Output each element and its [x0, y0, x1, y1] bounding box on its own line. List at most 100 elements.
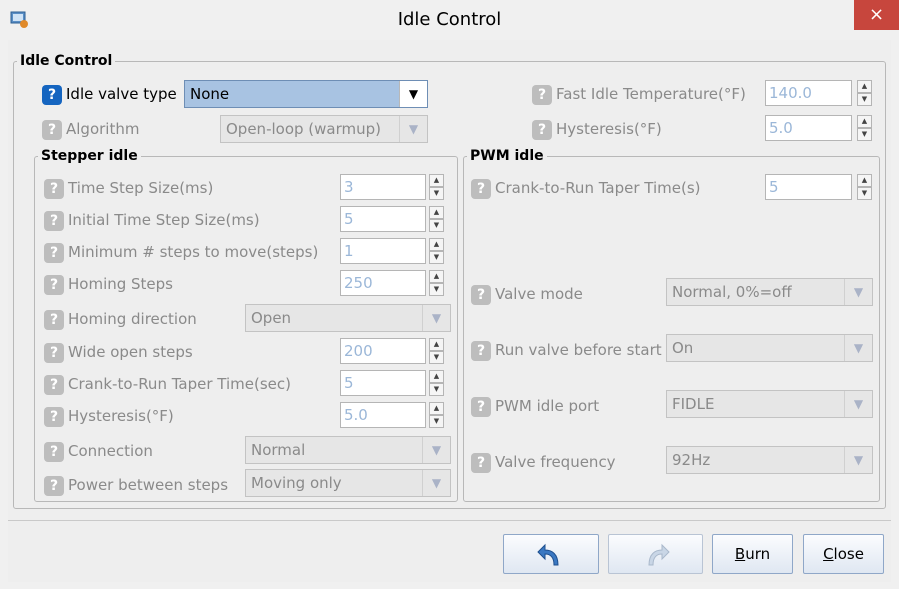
close-button[interactable]: Close [803, 534, 884, 574]
title-bar: Idle Control × [0, 0, 899, 40]
homing-direction-value: Open [251, 309, 292, 327]
homing-direction-select[interactable]: Open ▼ [245, 304, 451, 332]
chevron-down-icon[interactable]: ▼ [422, 470, 450, 496]
spinner-up-icon[interactable]: ▲ [429, 238, 444, 251]
undo-button[interactable] [503, 534, 599, 574]
button-bar: Burn Close [8, 520, 891, 582]
crank-taper-sec-input[interactable]: 5 [340, 370, 426, 396]
help-icon[interactable]: ? [42, 85, 62, 105]
connection-value: Normal [251, 441, 306, 459]
pwm-crank-taper-spinner[interactable]: ▲ ▼ [857, 174, 872, 200]
help-icon[interactable]: ? [44, 442, 64, 462]
help-icon[interactable]: ? [44, 375, 64, 395]
initial-time-step-spinner[interactable]: ▲ ▼ [429, 206, 444, 232]
chevron-down-icon[interactable]: ▼ [844, 279, 872, 305]
idle-control-legend: Idle Control [17, 53, 116, 69]
spinner-up-icon[interactable]: ▲ [429, 174, 444, 187]
help-icon[interactable]: ? [471, 285, 491, 305]
initial-time-step-input[interactable]: 5 [340, 206, 426, 232]
spinner-down-icon[interactable]: ▼ [429, 415, 444, 428]
help-icon[interactable]: ? [44, 476, 64, 496]
chevron-down-icon[interactable]: ▼ [399, 81, 427, 107]
algorithm-value: Open-loop (warmup) [226, 120, 381, 138]
close-label: lose [833, 545, 864, 563]
spinner-down-icon[interactable]: ▼ [429, 187, 444, 200]
wide-open-steps-spinner[interactable]: ▲ ▼ [429, 338, 444, 364]
power-between-steps-select[interactable]: Moving only ▼ [245, 469, 451, 497]
spinner-up-icon[interactable]: ▲ [429, 270, 444, 283]
spinner-up-icon[interactable]: ▲ [857, 80, 872, 93]
help-icon[interactable]: ? [44, 211, 64, 231]
help-icon[interactable]: ? [44, 310, 64, 330]
spinner-up-icon[interactable]: ▲ [857, 174, 872, 187]
help-icon[interactable]: ? [471, 341, 491, 361]
dialog-body: Idle Control ? Idle valve type None ▼ ? … [8, 40, 891, 520]
spinner-up-icon[interactable]: ▲ [429, 206, 444, 219]
time-step-size-input[interactable]: 3 [340, 174, 426, 200]
chevron-down-icon[interactable]: ▼ [844, 335, 872, 361]
spinner-up-icon[interactable]: ▲ [429, 402, 444, 415]
min-steps-spinner[interactable]: ▲ ▼ [429, 238, 444, 264]
min-steps-input[interactable]: 1 [340, 238, 426, 264]
help-icon[interactable]: ? [42, 120, 62, 140]
spinner-down-icon[interactable]: ▼ [857, 128, 872, 141]
pwm-idle-port-select[interactable]: FIDLE ▼ [666, 390, 873, 418]
fast-idle-temp-input[interactable]: 140.0 [765, 80, 852, 106]
wide-open-steps-input[interactable]: 200 [340, 338, 426, 364]
pwm-idle-port-label: PWM idle port [495, 397, 600, 415]
help-icon[interactable]: ? [471, 397, 491, 417]
help-icon[interactable]: ? [44, 243, 64, 263]
hysteresis-input[interactable]: 5.0 [765, 115, 852, 141]
spinner-up-icon[interactable]: ▲ [429, 370, 444, 383]
valve-mode-select[interactable]: Normal, 0%=off ▼ [666, 278, 873, 306]
valve-mode-value: Normal, 0%=off [672, 283, 792, 301]
pwm-idle-port-value: FIDLE [672, 395, 715, 413]
chevron-down-icon[interactable]: ▼ [399, 116, 427, 142]
chevron-down-icon[interactable]: ▼ [844, 391, 872, 417]
close-mnemonic: C [823, 545, 834, 563]
spinner-down-icon[interactable]: ▼ [857, 187, 872, 200]
help-icon[interactable]: ? [44, 407, 64, 427]
initial-time-step-label: Initial Time Step Size(ms) [68, 211, 260, 229]
connection-label: Connection [68, 442, 153, 460]
help-icon[interactable]: ? [44, 275, 64, 295]
wide-open-steps-label: Wide open steps [68, 343, 193, 361]
spinner-up-icon[interactable]: ▲ [857, 115, 872, 128]
algorithm-select[interactable]: Open-loop (warmup) ▼ [220, 115, 428, 143]
spinner-up-icon[interactable]: ▲ [429, 338, 444, 351]
chevron-down-icon[interactable]: ▼ [422, 437, 450, 463]
valve-frequency-select[interactable]: 92Hz ▼ [666, 446, 873, 474]
pwm-crank-taper-input[interactable]: 5 [765, 174, 852, 200]
homing-steps-spinner[interactable]: ▲ ▼ [429, 270, 444, 296]
idle-valve-type-label: Idle valve type [66, 85, 177, 103]
chevron-down-icon[interactable]: ▼ [844, 447, 872, 473]
stepper-hysteresis-spinner[interactable]: ▲ ▼ [429, 402, 444, 428]
spinner-down-icon[interactable]: ▼ [429, 351, 444, 364]
fast-idle-temp-spinner[interactable]: ▲ ▼ [857, 80, 872, 106]
hysteresis-spinner[interactable]: ▲ ▼ [857, 115, 872, 141]
spinner-down-icon[interactable]: ▼ [429, 219, 444, 232]
valve-mode-label: Valve mode [495, 285, 583, 303]
homing-steps-input[interactable]: 250 [340, 270, 426, 296]
help-icon[interactable]: ? [532, 85, 552, 105]
window-close-button[interactable]: × [854, 0, 899, 30]
spinner-down-icon[interactable]: ▼ [857, 93, 872, 106]
help-icon[interactable]: ? [44, 179, 64, 199]
window-title: Idle Control [397, 9, 502, 30]
stepper-hysteresis-input[interactable]: 5.0 [340, 402, 426, 428]
burn-button[interactable]: Burn [712, 534, 793, 574]
help-icon[interactable]: ? [471, 179, 491, 199]
connection-select[interactable]: Normal ▼ [245, 436, 451, 464]
spinner-down-icon[interactable]: ▼ [429, 283, 444, 296]
spinner-down-icon[interactable]: ▼ [429, 251, 444, 264]
run-valve-before-start-select[interactable]: On ▼ [666, 334, 873, 362]
help-icon[interactable]: ? [44, 343, 64, 363]
help-icon[interactable]: ? [471, 453, 491, 473]
chevron-down-icon[interactable]: ▼ [422, 305, 450, 331]
redo-button[interactable] [608, 534, 703, 574]
crank-taper-sec-spinner[interactable]: ▲ ▼ [429, 370, 444, 396]
time-step-size-spinner[interactable]: ▲ ▼ [429, 174, 444, 200]
help-icon[interactable]: ? [532, 120, 552, 140]
idle-valve-type-select[interactable]: None ▼ [184, 80, 428, 108]
spinner-down-icon[interactable]: ▼ [429, 383, 444, 396]
